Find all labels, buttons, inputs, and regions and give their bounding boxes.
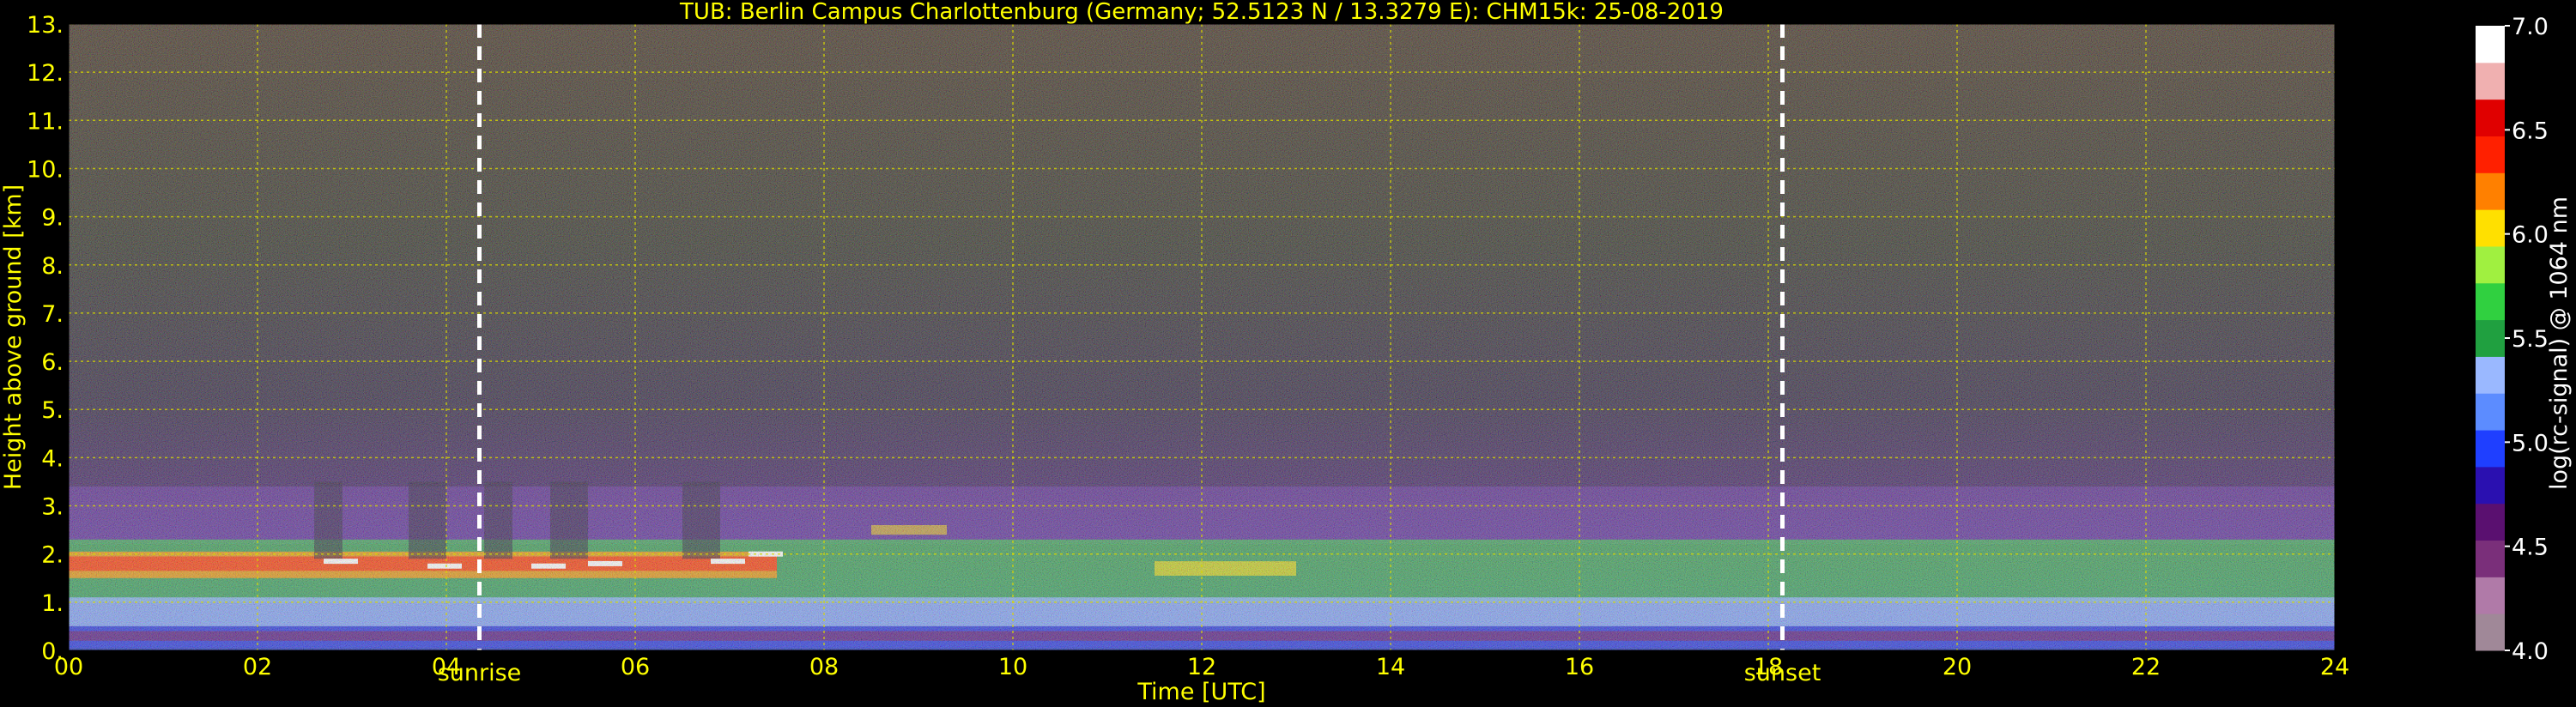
colorbar-tick-label: 4.5 — [2512, 535, 2549, 561]
colorbar — [2476, 26, 2505, 651]
y-tick-label: 7. — [41, 301, 64, 328]
colorbar-segment — [2476, 99, 2505, 136]
x-tick-label: 06 — [621, 654, 650, 680]
colorbar-segment — [2476, 282, 2505, 321]
colorbar-tick-label: 5.0 — [2512, 430, 2549, 456]
y-tick-label: 1. — [41, 590, 64, 617]
colorbar-tick-label: 5.5 — [2512, 326, 2549, 353]
colorbar-tick-label: 4.0 — [2512, 638, 2549, 665]
y-tick-label: 4. — [41, 445, 64, 472]
colorbar-tick-label: 6.0 — [2512, 222, 2549, 249]
x-tick-label: 08 — [809, 654, 839, 680]
colorbar-segment — [2476, 577, 2505, 614]
y-axis-ticks: 0. 1. 2. 3. 4. 5. 6. 7. 8. 9. 10. 11. 12. 13. — [27, 12, 64, 665]
colorbar-segment — [2476, 245, 2505, 284]
y-tick-label: 8. — [41, 253, 64, 280]
x-tick-label: 10 — [998, 654, 1027, 680]
colorbar-segment — [2476, 172, 2505, 210]
colorbar-segment — [2476, 26, 2505, 63]
colorbar-segment — [2476, 466, 2505, 505]
colorbar-ticks: 4.0 4.5 5.0 5.5 6.0 6.5 7.0 — [2505, 14, 2549, 665]
y-tick-label: 6. — [41, 349, 64, 376]
colorbar-segment — [2476, 430, 2505, 468]
chart-title: TUB: Berlin Campus Charlottenburg (Germa… — [679, 0, 1724, 25]
sunset-label: sunset — [1744, 660, 1821, 686]
y-tick-label: 3. — [41, 494, 64, 521]
x-axis-label: Time [UTC] — [1136, 679, 1265, 705]
colorbar-segment — [2476, 393, 2505, 431]
ceilometer-chart: 00 02 04 06 08 10 12 14 16 18 20 22 24 0.1.2.3.4.5.6… — [0, 0, 2573, 705]
y-tick-label: 5. — [41, 397, 64, 424]
colorbar-segment — [2476, 540, 2505, 577]
sunrise-label: sunrise — [438, 660, 522, 686]
y-axis-label: Height above ground [km] — [0, 184, 27, 490]
colorbar-segment — [2476, 209, 2505, 247]
colorbar-segment — [2476, 136, 2505, 173]
y-tick-label: 0. — [41, 638, 64, 665]
colorbar-tick-label: 7.0 — [2512, 14, 2549, 40]
x-tick-label: 22 — [2131, 654, 2161, 680]
colorbar-label: log(rc-signal) @ 1064 nm — [2546, 196, 2573, 490]
x-axis-ticks: 00 02 04 06 08 10 12 14 16 18 20 22 24 — [54, 654, 2349, 680]
colorbar-segment — [2476, 356, 2505, 394]
x-tick-label: 12 — [1187, 654, 1216, 680]
y-tick-label: 11. — [27, 108, 64, 135]
x-tick-label: 20 — [1943, 654, 1972, 680]
colorbar-tick-label: 6.5 — [2512, 118, 2549, 144]
x-tick-label: 24 — [2320, 654, 2349, 680]
colorbar-segment — [2476, 613, 2505, 651]
x-tick-label: 16 — [1565, 654, 1594, 680]
y-tick-label: 2. — [41, 542, 64, 569]
y-tick-label: 13. — [27, 12, 64, 39]
x-tick-label: 14 — [1376, 654, 1405, 680]
y-tick-label: 12. — [27, 60, 64, 87]
colorbar-segment — [2476, 62, 2505, 100]
x-tick-label: 02 — [243, 654, 272, 680]
plot-area — [68, 23, 2336, 651]
colorbar-segment — [2476, 319, 2505, 357]
y-tick-label: 10. — [27, 156, 64, 183]
colorbar-segment — [2476, 503, 2505, 541]
y-tick-label: 9. — [41, 205, 64, 232]
